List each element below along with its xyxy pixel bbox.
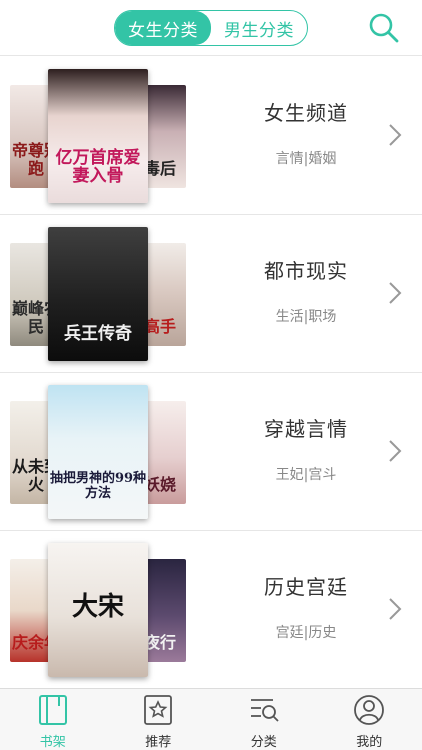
top-header: 女生分类 男生分类 <box>0 0 422 56</box>
bottom-tab-bar: 书架 推荐 分类 我的 <box>0 688 422 750</box>
book-cover: 兵王传奇 <box>48 227 148 361</box>
category-tags: 王妃|宫斗 <box>275 467 337 483</box>
category-list: 帝尊别跑 毒后 亿万首席爱妻入骨 女生频道 言情|婚姻 巅峰农民 高手 兵王传奇… <box>0 57 422 689</box>
chevron-right-icon <box>388 281 402 305</box>
book-cover: 抽把男神的99种方法 <box>48 385 148 519</box>
category-tags: 生活|职场 <box>275 309 337 325</box>
category-meta: 都市现实 生活|职场 <box>236 255 376 326</box>
category-name: 都市现实 <box>264 259 348 283</box>
category-row-female-channel[interactable]: 帝尊别跑 毒后 亿万首席爱妻入骨 女生频道 言情|婚姻 <box>0 57 422 215</box>
chevron-right-icon <box>388 597 402 621</box>
category-meta: 历史宫廷 宫廷|历史 <box>236 571 376 642</box>
book-covers: 从未到火 妖娆 抽把男神的99种方法 <box>10 385 186 519</box>
bookshelf-icon <box>38 695 67 725</box>
category-meta: 穿越言情 王妃|宫斗 <box>236 413 376 484</box>
book-cover: 亿万首席爱妻入骨 <box>48 69 148 203</box>
tab-categories[interactable]: 分类 <box>211 689 317 750</box>
category-meta: 女生频道 言情|婚姻 <box>236 97 376 168</box>
category-tags: 宫廷|历史 <box>275 625 337 641</box>
chevron-right-icon <box>388 123 402 147</box>
user-icon <box>354 695 385 725</box>
category-name: 女生频道 <box>264 101 348 125</box>
tab-male-categories[interactable]: 男生分类 <box>211 11 307 45</box>
category-name: 历史宫廷 <box>264 575 348 599</box>
category-tags: 言情|婚姻 <box>275 151 337 167</box>
category-search-icon <box>250 699 279 722</box>
book-covers: 庆余年 夜行 大宋 <box>10 543 186 677</box>
gender-segment-control[interactable]: 女生分类 男生分类 <box>114 10 308 46</box>
category-row-urban-reality[interactable]: 巅峰农民 高手 兵王传奇 都市现实 生活|职场 <box>0 215 422 373</box>
book-covers: 帝尊别跑 毒后 亿万首席爱妻入骨 <box>10 69 186 203</box>
chevron-right-icon <box>388 439 402 463</box>
star-icon <box>144 695 173 725</box>
search-icon[interactable] <box>368 12 400 44</box>
category-row-history-palace[interactable]: 庆余年 夜行 大宋 历史宫廷 宫廷|历史 <box>0 531 422 689</box>
tab-bookshelf[interactable]: 书架 <box>0 689 106 750</box>
book-covers: 巅峰农民 高手 兵王传奇 <box>10 227 186 361</box>
category-name: 穿越言情 <box>264 417 348 441</box>
tab-female-categories[interactable]: 女生分类 <box>115 11 211 45</box>
book-cover: 大宋 <box>48 543 148 677</box>
category-row-time-travel-romance[interactable]: 从未到火 妖娆 抽把男神的99种方法 穿越言情 王妃|宫斗 <box>0 373 422 531</box>
tab-recommend[interactable]: 推荐 <box>106 689 212 750</box>
tab-mine[interactable]: 我的 <box>317 689 422 750</box>
